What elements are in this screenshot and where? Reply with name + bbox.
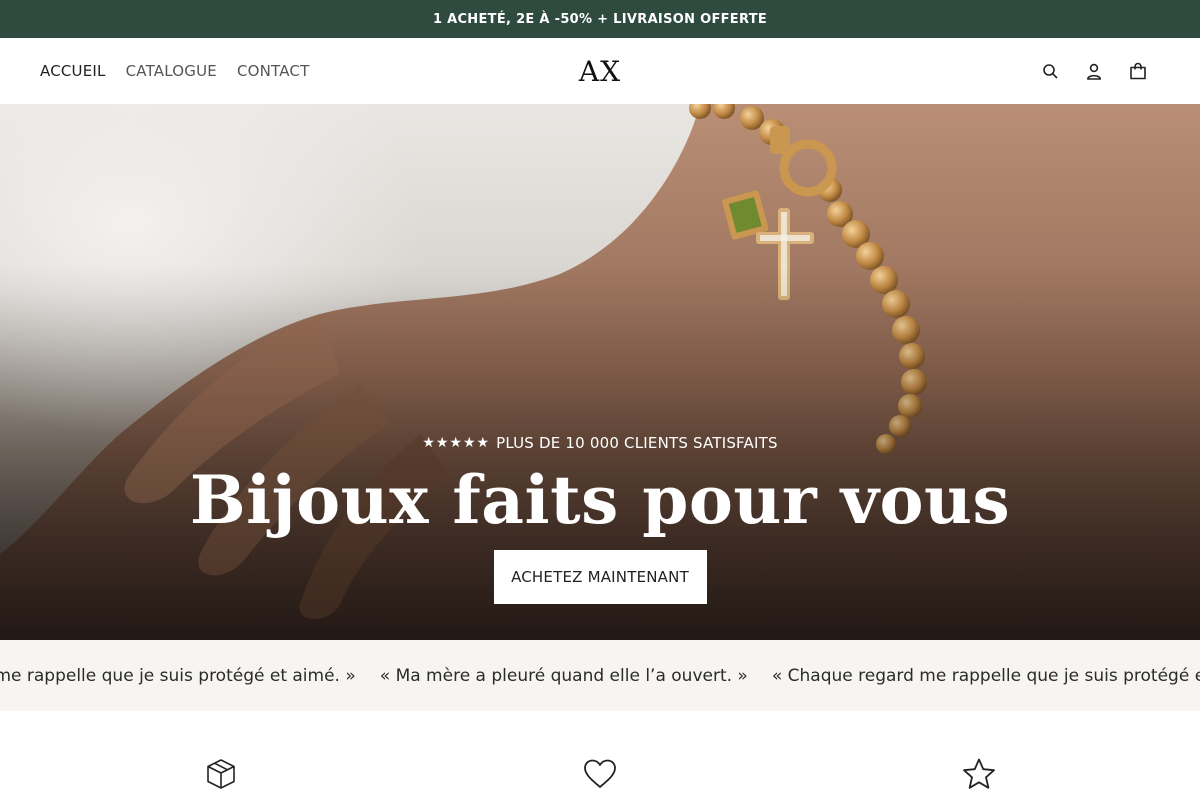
features-row — [0, 711, 1200, 800]
heart-icon — [583, 757, 617, 791]
header-icons — [1040, 38, 1148, 104]
shop-now-button[interactable]: ACHETEZ MAINTENANT — [493, 550, 707, 604]
announcement-bar: 1 ACHETÉ, 2E À -50% + LIVRAISON OFFERTE — [0, 0, 1200, 38]
testimonial-item: « Chaque regard me rappelle que je suis … — [0, 665, 356, 686]
rating-stars: ★★★★★ — [422, 435, 491, 451]
testimonials-marquee: « Chaque regard me rappelle que je suis … — [0, 640, 1200, 711]
box-icon — [204, 757, 238, 791]
star-icon — [962, 757, 996, 791]
site-header: ACCUEIL CATALOGUE CONTACT AX — [0, 38, 1200, 104]
nav-item-contact[interactable]: CONTACT — [237, 62, 310, 80]
search-icon[interactable] — [1040, 61, 1060, 81]
hero-banner: ★★★★★ PLUS DE 10 000 CLIENTS SATISFAITS … — [0, 104, 1200, 640]
testimonial-item: « Chaque regard me rappelle que je suis … — [771, 665, 1200, 686]
testimonials-track: « Chaque regard me rappelle que je suis … — [0, 640, 1200, 711]
nav-item-accueil[interactable]: ACCUEIL — [40, 62, 106, 80]
rating-line: ★★★★★ PLUS DE 10 000 CLIENTS SATISFAITS — [422, 434, 777, 452]
testimonial-item: « Ma mère a pleuré quand elle l’a ouvert… — [379, 665, 748, 686]
account-icon[interactable] — [1084, 61, 1104, 81]
hero-content: ★★★★★ PLUS DE 10 000 CLIENTS SATISFAITS … — [0, 434, 1200, 604]
hero-title: Bijoux faits pour vous — [189, 461, 1011, 539]
cart-icon[interactable] — [1128, 61, 1148, 81]
announcement-text: 1 ACHETÉ, 2E À -50% + LIVRAISON OFFERTE — [432, 11, 768, 27]
rating-text: PLUS DE 10 000 CLIENTS SATISFAITS — [496, 434, 778, 452]
nav-item-catalogue[interactable]: CATALOGUE — [126, 62, 217, 80]
logo[interactable]: AX — [579, 55, 621, 88]
main-nav: ACCUEIL CATALOGUE CONTACT — [40, 38, 309, 104]
